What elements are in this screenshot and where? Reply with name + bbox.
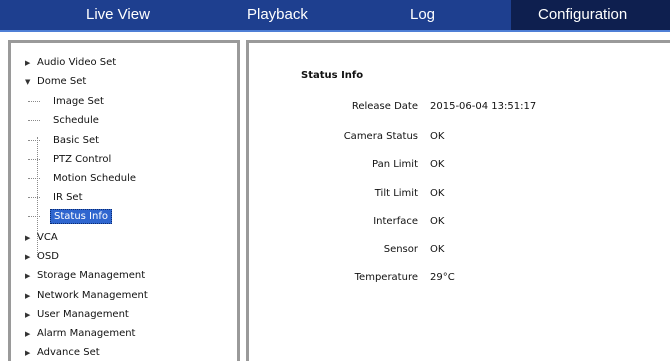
tab-log[interactable]: Log (410, 0, 460, 30)
status-info-panel: Status Info Release Date 2015-06-04 13:5… (246, 40, 670, 361)
tree-item-audio-video-set[interactable]: ▶ Audio Video Set (25, 54, 116, 71)
tab-playback-label: Playback (247, 6, 308, 23)
tree-item-osd[interactable]: ▶ OSD (25, 248, 59, 265)
tree-connector (28, 139, 40, 141)
tree-item-advance-set[interactable]: ▶ Advance Set (25, 344, 100, 361)
expand-arrow-icon: ▶ (25, 292, 31, 300)
tree-connector (28, 100, 40, 102)
tree-item-label: Network Management (37, 290, 148, 301)
expand-arrow-icon: ▶ (25, 234, 31, 242)
tree-item-dome-set[interactable]: ▼ Dome Set (25, 73, 86, 90)
status-value: OK (430, 188, 445, 199)
status-value: OK (430, 159, 445, 170)
tab-live-view[interactable]: Live View (86, 0, 196, 30)
tree-item-label: Audio Video Set (37, 57, 117, 68)
tree-item-label: IR Set (53, 192, 83, 203)
tree-item-label: Status Info (50, 209, 112, 224)
tree-item-label: Motion Schedule (53, 173, 137, 184)
tree-item-label: VCA (37, 232, 58, 243)
tree-item-basic-set[interactable]: Basic Set (28, 132, 102, 149)
page-title: Status Info (301, 70, 364, 81)
tab-configuration[interactable]: Configuration (511, 0, 670, 30)
status-value: 29°C (430, 272, 455, 283)
expand-arrow-icon: ▶ (25, 253, 31, 261)
tree-connector (28, 196, 40, 198)
status-label: Camera Status (343, 131, 418, 142)
tree-connector (28, 119, 40, 121)
tree-item-motion-schedule[interactable]: Motion Schedule (28, 170, 139, 187)
status-value: OK (430, 216, 445, 227)
tree-item-alarm-management[interactable]: ▶ Alarm Management (25, 325, 135, 342)
tree-item-label: PTZ Control (53, 154, 112, 165)
status-label: Interface (373, 216, 418, 227)
tab-log-label: Log (410, 6, 436, 23)
tab-playback[interactable]: Playback (247, 0, 337, 30)
expand-arrow-icon: ▶ (25, 349, 31, 357)
tree-connector (28, 158, 40, 160)
tree-item-label: Schedule (53, 115, 99, 126)
expand-arrow-icon: ▶ (25, 311, 31, 319)
tree-item-label: User Management (37, 309, 129, 320)
status-label: Pan Limit (371, 159, 418, 170)
tree-item-storage-management[interactable]: ▶ Storage Management (25, 267, 145, 284)
expand-arrow-icon: ▶ (25, 330, 31, 338)
tree-item-status-info[interactable]: Status Info (28, 208, 112, 225)
expand-arrow-icon: ▶ (25, 59, 31, 67)
status-label: Sensor (383, 244, 418, 255)
tree-item-label: Image Set (53, 96, 104, 107)
status-label: Tilt Limit (374, 188, 418, 199)
tree-item-ir-set[interactable]: IR Set (28, 189, 86, 206)
tree-item-schedule[interactable]: Schedule (28, 112, 102, 129)
status-value: 2015-06-04 13:51:17 (430, 101, 537, 112)
tree-item-label: Dome Set (37, 76, 87, 87)
tree-item-user-management[interactable]: ▶ User Management (25, 306, 129, 323)
tree-item-label: Advance Set (37, 347, 100, 358)
tree-item-network-management[interactable]: ▶ Network Management (25, 287, 148, 304)
tree-item-image-set[interactable]: Image Set (28, 93, 107, 110)
tree-item-vca[interactable]: ▶ VCA (25, 229, 58, 246)
tree-item-label: Alarm Management (37, 328, 136, 339)
tree-item-label: Basic Set (53, 135, 100, 146)
tree-connector (28, 215, 40, 217)
tree-item-label: Storage Management (37, 270, 146, 281)
config-tree-panel: ▶ Audio Video Set ▼ Dome Set Image Set Sch… (8, 40, 240, 361)
tab-live-view-label: Live View (86, 6, 150, 23)
status-label: Release Date (351, 101, 418, 112)
status-value: OK (430, 131, 445, 142)
status-label: Temperature (354, 272, 418, 283)
tree-connector (28, 177, 40, 179)
top-nav-bar: Live View Playback Log Configuration (0, 0, 670, 32)
status-value: OK (430, 244, 445, 255)
expand-arrow-icon: ▶ (25, 272, 31, 280)
tab-configuration-label: Configuration (538, 6, 628, 23)
collapse-arrow-icon: ▼ (25, 78, 31, 86)
tree-item-label: OSD (37, 251, 59, 262)
tree-item-ptz-control[interactable]: PTZ Control (28, 151, 114, 168)
